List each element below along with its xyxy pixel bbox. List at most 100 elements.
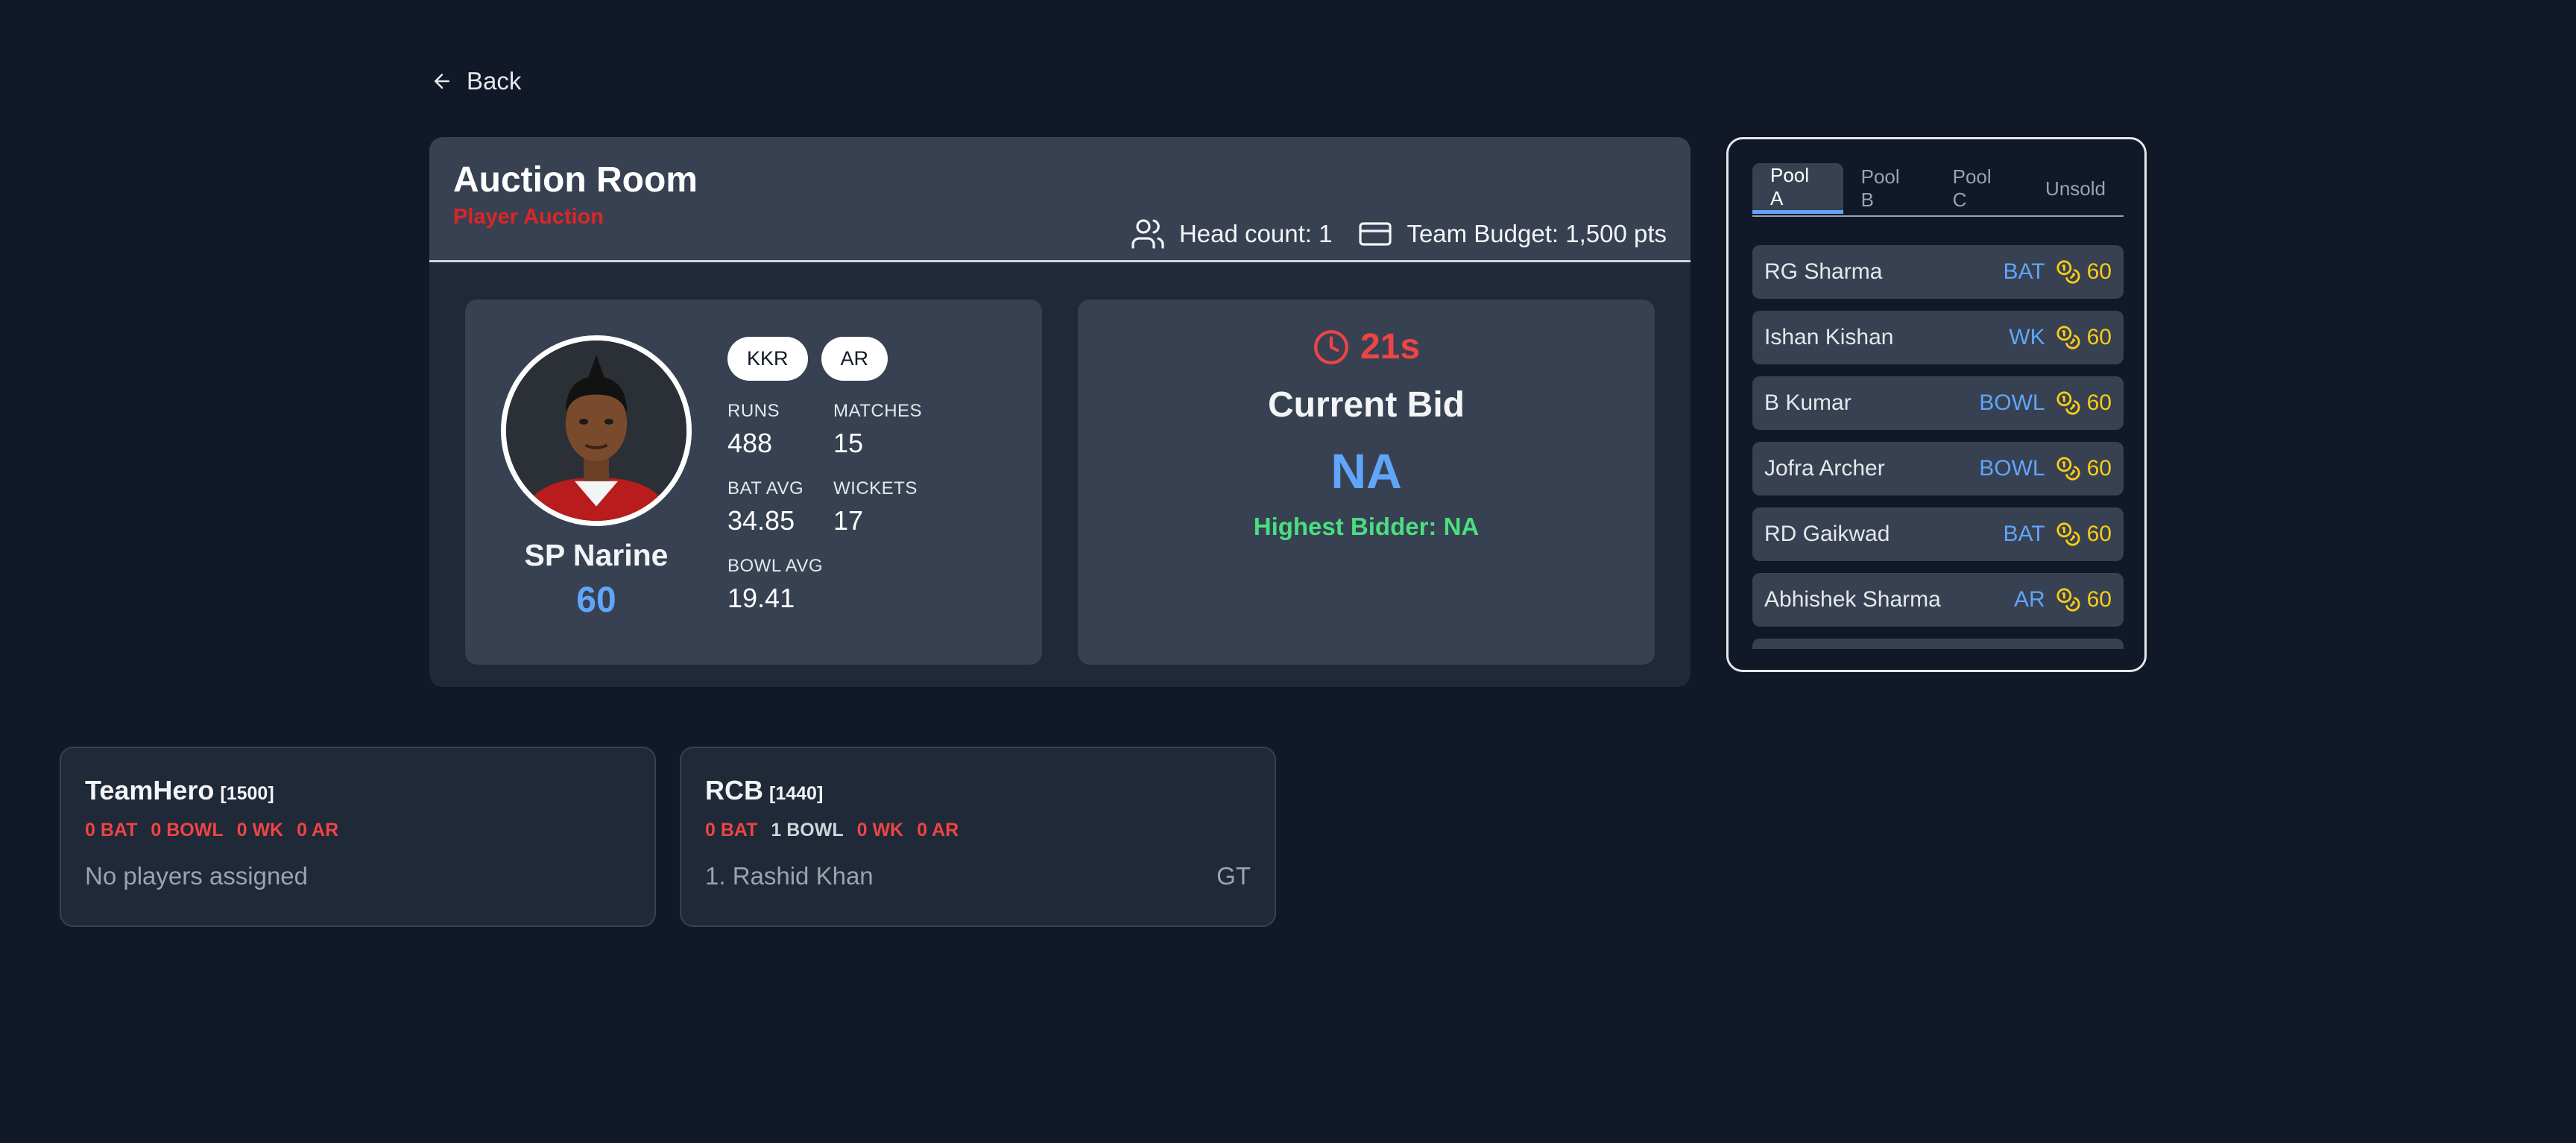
coins-icon xyxy=(2056,522,2080,546)
stat-label: MATCHES xyxy=(833,401,923,421)
team-remaining-budget: [1500] xyxy=(220,783,274,804)
pool-player-row[interactable]: RG Sharma BAT 60 xyxy=(1752,245,2124,299)
coins-icon xyxy=(2056,391,2080,415)
role-count: 0 BAT xyxy=(705,820,758,840)
pool-player-name: Abhishek Sharma xyxy=(1764,587,1941,612)
stat-label: RUNS xyxy=(727,401,780,421)
pool-player-name: Jofra Archer xyxy=(1764,456,1885,481)
team-name: RCB [1440] xyxy=(705,775,1251,806)
pool-player-row[interactable]: B Kumar BOWL 60 xyxy=(1752,376,2124,430)
pool-player-row[interactable]: RD Gaikwad BAT 60 xyxy=(1752,507,2124,561)
pool-player-role: WK xyxy=(2009,325,2045,349)
stat-label: BAT AVG xyxy=(727,478,804,498)
pool-player-meta: AR 60 xyxy=(2014,587,2112,612)
coins-icon xyxy=(2056,457,2080,481)
head-count-label: Head count: 1 xyxy=(1178,219,1333,247)
credit-card-icon xyxy=(1359,221,1392,246)
tab-pool-c[interactable]: Pool C xyxy=(1935,163,2027,214)
page-title: Auction Room xyxy=(453,160,698,200)
tab-pool-b[interactable]: Pool B xyxy=(1843,163,1935,214)
current-bid-title: Current Bid xyxy=(1268,385,1465,425)
team-name-text: TeamHero xyxy=(85,775,215,805)
tab-pool-a[interactable]: Pool A xyxy=(1752,163,1843,214)
pool-player-row[interactable]: Ishan Kishan WK 60 xyxy=(1752,311,2124,364)
current-bid-value: NA xyxy=(1330,443,1402,498)
cost-value: 60 xyxy=(2086,522,2112,546)
coins-icon xyxy=(2056,260,2080,284)
cost-value: 60 xyxy=(2086,456,2112,481)
stat-bowl-avg: BOWL AVG 19.41 xyxy=(727,556,823,614)
player-avatar xyxy=(501,335,692,526)
pool-player-name: RG Sharma xyxy=(1764,259,1883,284)
stat-value: 488 xyxy=(727,428,773,458)
player-card: SP Narine 60 KKR AR RUNS 488 MATCHES 15 … xyxy=(465,300,1042,665)
role-count: 1 BOWL xyxy=(771,820,844,840)
team-player-list: 1. Rashid Khan GT xyxy=(705,862,1251,890)
stat-wickets: WICKETS 17 xyxy=(833,478,918,536)
role-count: 0 AR xyxy=(297,820,339,840)
head-count: Head count: 1 xyxy=(1130,216,1332,252)
pool-player-cost: 60 xyxy=(2056,587,2112,612)
pool-player-meta: WK 60 xyxy=(2009,325,2112,350)
pool-player-row[interactable]: Abhishek Sharma AR 60 xyxy=(1752,573,2124,627)
timer-value: 21s xyxy=(1360,327,1421,367)
stat-matches: MATCHES 15 xyxy=(833,401,922,459)
role-count: 0 BAT xyxy=(85,820,138,840)
stat-label: BOWL AVG xyxy=(727,556,824,576)
team-badge: KKR xyxy=(727,337,808,381)
role-count: 0 AR xyxy=(917,820,959,840)
pool-player-cost: 60 xyxy=(2056,522,2112,547)
auction-room-panel: Auction Room Player Auction Head count: … xyxy=(429,137,1690,687)
coins-icon xyxy=(2056,326,2080,349)
clock-icon xyxy=(1314,329,1348,364)
role-count: 0 WK xyxy=(856,820,904,840)
pool-player-list[interactable]: RG Sharma BAT 60 Ishan Kishan WK 60 B Kumar BOW… xyxy=(1752,245,2124,786)
arrow-left-icon xyxy=(435,74,449,89)
player-portrait xyxy=(506,341,686,521)
page-subtitle: Player Auction xyxy=(453,204,604,229)
stat-value: 17 xyxy=(833,505,864,536)
pool-player-meta: BAT 60 xyxy=(2004,259,2112,285)
pool-player-name: RD Gaikwad xyxy=(1764,522,1890,546)
coins-icon xyxy=(2056,588,2080,612)
team-name: TeamHero [1500] xyxy=(85,775,631,806)
team-player-origin: GT xyxy=(1216,862,1251,890)
current-bid-card: 21s Current Bid NA Highest Bidder: NA xyxy=(1078,300,1655,665)
pool-player-cost: 60 xyxy=(2056,390,2112,416)
pool-tabs: Pool A Pool B Pool C Unsold xyxy=(1752,163,2124,217)
cost-value: 60 xyxy=(2086,390,2112,415)
pool-player-list-viewport: RG Sharma BAT 60 Ishan Kishan WK 60 B Kumar BOW… xyxy=(1752,245,2124,785)
pool-player-name: B Kumar xyxy=(1764,390,1852,415)
role-count: 0 WK xyxy=(236,820,284,840)
pool-player-meta: BAT 60 xyxy=(2004,522,2112,547)
stat-bat-avg: BAT AVG 34.85 xyxy=(727,478,804,536)
pool-player-row[interactable]: Jofra Archer BOWL 60 xyxy=(1752,442,2124,495)
team-remaining-budget: [1440] xyxy=(769,783,824,804)
player-badges: KKR AR xyxy=(727,337,888,381)
stat-label: WICKETS xyxy=(833,478,918,498)
pool-player-role: AR xyxy=(2013,587,2045,612)
stat-value: 19.41 xyxy=(727,583,795,613)
stat-runs: RUNS 488 xyxy=(727,401,780,459)
highest-bidder: Highest Bidder: NA xyxy=(1253,513,1480,540)
team-role-counts: 0 BAT 0 BOWL 0 WK 0 AR xyxy=(85,820,631,841)
pool-player-row-partial[interactable] xyxy=(1752,639,2124,649)
team-card: TeamHero [1500] 0 BAT 0 BOWL 0 WK 0 AR No play… xyxy=(60,747,656,927)
back-button[interactable]: Back xyxy=(431,67,521,95)
bid-timer: 21s xyxy=(1078,326,1655,367)
cost-value: 60 xyxy=(2086,587,2112,612)
empty-team-text: No players assigned xyxy=(85,862,308,890)
users-icon xyxy=(1131,218,1164,249)
stat-value: 34.85 xyxy=(727,505,795,536)
pool-player-cost: 60 xyxy=(2056,259,2112,285)
cost-value: 60 xyxy=(2086,259,2112,284)
pool-player-meta: BOWL 60 xyxy=(1979,456,2112,481)
player-base-price: 60 xyxy=(576,580,616,620)
pool-player-role: BAT xyxy=(2003,259,2045,284)
team-card: RCB [1440] 0 BAT 1 BOWL 0 WK 0 AR 1. Rashid Kh… xyxy=(680,747,1276,927)
pool-player-role: BAT xyxy=(2003,522,2045,546)
tab-unsold[interactable]: Unsold xyxy=(2027,163,2124,214)
team-budget: Team Budget: 1,500 pts xyxy=(1357,216,1667,252)
cost-value: 60 xyxy=(2086,325,2112,349)
team-name-text: RCB xyxy=(705,775,763,805)
